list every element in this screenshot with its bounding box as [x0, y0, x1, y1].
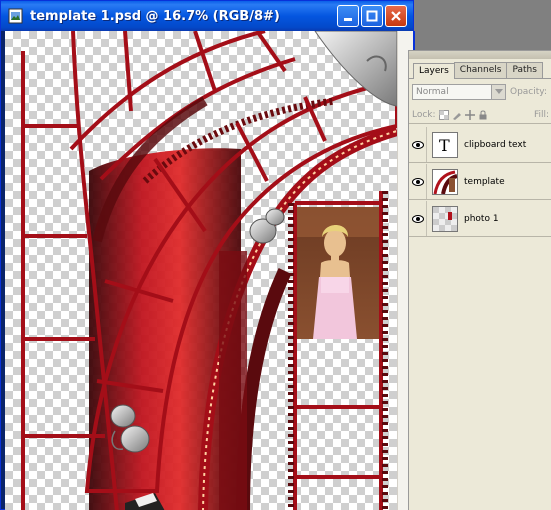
lock-position-icon[interactable]: [464, 109, 475, 120]
palette-grip[interactable]: [409, 51, 551, 59]
layer-row-clipboard-text[interactable]: T clipboard text: [409, 127, 551, 163]
chevron-down-icon: [491, 85, 505, 99]
text-layer-icon: T: [432, 131, 458, 158]
minimize-icon: [344, 18, 352, 21]
screen: template 1.psd @ 16.7% (RGB/8#) Layers C…: [0, 0, 551, 510]
palette-tabs: Layers Channels Paths: [409, 61, 551, 79]
filmstrip-template-artwork: [21, 31, 397, 510]
tab-layers[interactable]: Layers: [413, 63, 455, 79]
layers-palette: Layers Channels Paths Normal Opacity: Lo…: [408, 50, 551, 510]
maximize-icon: [366, 10, 378, 22]
window-controls: [337, 5, 407, 27]
template-thumbnail: [432, 168, 458, 195]
blend-mode-select[interactable]: Normal: [412, 84, 506, 100]
film-reel-top: [249, 208, 285, 244]
layer-name: clipboard text: [464, 139, 527, 150]
blend-mode-value: Normal: [416, 87, 449, 97]
document-window: template 1.psd @ 16.7% (RGB/8#): [0, 0, 415, 510]
photoshop-doc-icon: [7, 7, 25, 25]
eye-icon[interactable]: [409, 164, 427, 199]
maximize-button[interactable]: [361, 5, 383, 27]
lock-row: Lock: Fill:: [409, 106, 551, 124]
photo-thumbnail: [432, 205, 458, 232]
tab-paths[interactable]: Paths: [506, 62, 543, 78]
eye-icon[interactable]: [409, 201, 427, 236]
layer-name: photo 1: [464, 213, 499, 224]
close-icon: [391, 11, 401, 21]
photo-1-image: [297, 207, 379, 339]
title-bar[interactable]: template 1.psd @ 16.7% (RGB/8#): [1, 1, 413, 31]
minimize-button[interactable]: [337, 5, 359, 27]
blend-row: Normal Opacity:: [409, 81, 551, 103]
svg-text:T: T: [439, 136, 450, 154]
tab-channels[interactable]: Channels: [453, 62, 508, 78]
fill-label: Fill:: [533, 109, 549, 120]
lock-pixels-icon[interactable]: [452, 110, 462, 120]
lock-transparency-icon[interactable]: [438, 109, 449, 120]
lock-label: Lock:: [412, 109, 436, 120]
close-button[interactable]: [385, 5, 407, 27]
layer-row-template[interactable]: template: [409, 164, 551, 200]
window-title: template 1.psd @ 16.7% (RGB/8#): [30, 8, 280, 24]
lock-all-icon[interactable]: [478, 110, 488, 120]
document-canvas[interactable]: [5, 31, 397, 510]
layer-row-photo-1[interactable]: photo 1: [409, 201, 551, 237]
layer-name: template: [464, 176, 505, 187]
opacity-label: Opacity:: [510, 87, 547, 97]
eye-icon[interactable]: [409, 127, 427, 162]
